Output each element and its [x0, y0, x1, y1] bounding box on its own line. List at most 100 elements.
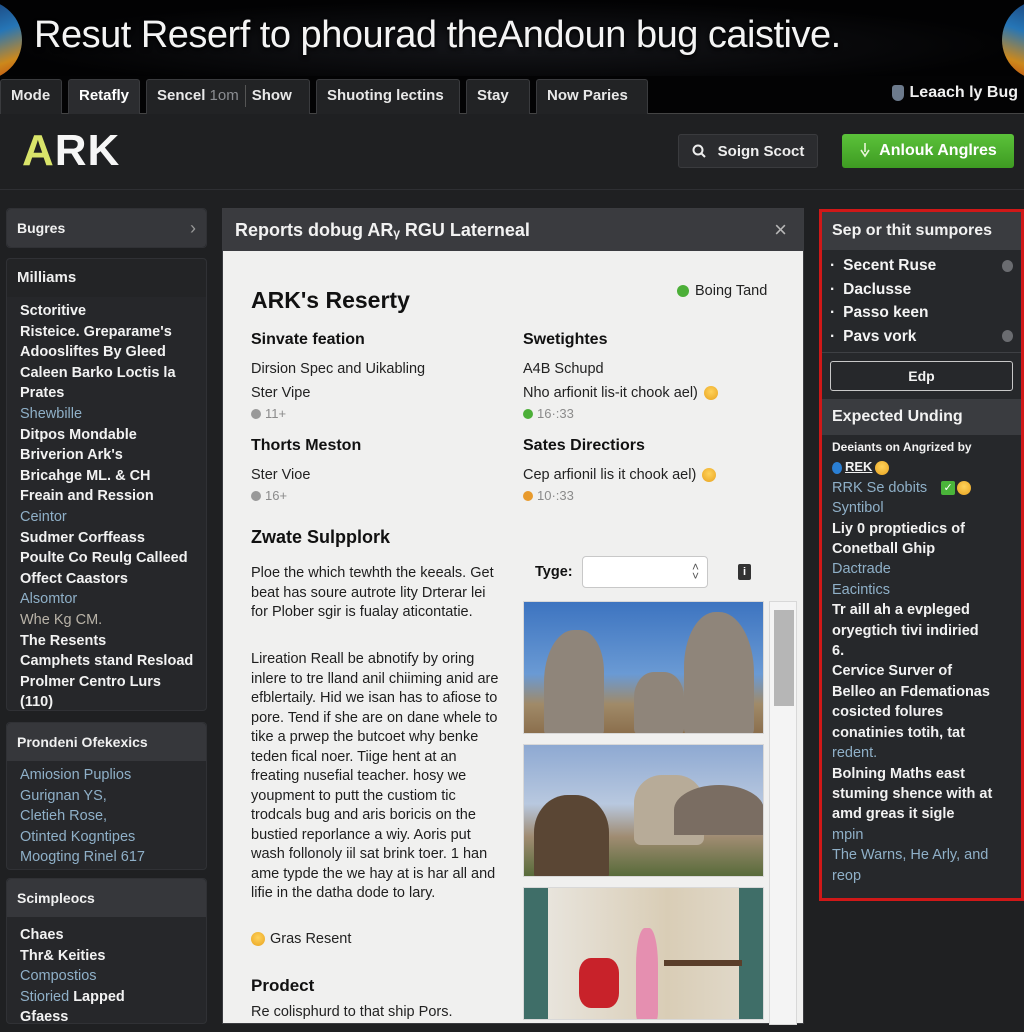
expected-line-text: Tr aill ah a evpleged	[832, 602, 970, 619]
expected-line-text: Conetball Ghip	[832, 541, 936, 558]
tab-retafly[interactable]: Retafly	[68, 79, 140, 114]
support-item[interactable]: Passo keen	[830, 301, 1013, 325]
sidebar-list: Amiosion Puplios Gurignan YS, Cletieh Rose…	[7, 761, 206, 872]
sidebar-item[interactable]: Whe Kg CM.	[20, 610, 193, 631]
action-button[interactable]: Anlouk Anglres	[842, 134, 1014, 168]
sidebar-item[interactable]: Poulte Co Reulg Calleed	[20, 548, 193, 569]
sidebar-item[interactable]: Amiosion Puplios	[20, 765, 193, 786]
type-select[interactable]: ˄ ˅	[582, 556, 708, 588]
statue-shape	[544, 630, 604, 733]
sidebar-section-scimpleocs: Scimpleocs Chaes Thr& Keities Compostios St…	[6, 878, 207, 1025]
expected-line-text: Eacintics	[832, 581, 891, 598]
expected-line-text: oryegtich tivi indiried	[832, 622, 979, 639]
expected-line-text: Belleo an Fdemationas	[832, 683, 990, 700]
tab-stay[interactable]: Stay	[466, 79, 530, 114]
sidebar-nav-header[interactable]: Bugres ›	[6, 208, 207, 248]
sidebar-item[interactable]: Cletieh Rose,	[20, 806, 193, 827]
sidebar-item[interactable]: Camphets stand Resload	[20, 651, 193, 672]
sidebar-item[interactable]: Prolmer Centro Lurs	[20, 672, 193, 693]
sidebar-item[interactable]: Shewbille	[20, 404, 193, 425]
emoji-icon	[251, 932, 265, 946]
expected-line[interactable]: RRK Se dobits ✓	[832, 478, 1011, 498]
emoji-icon	[703, 386, 718, 401]
support-item-label: Daclusse	[830, 278, 911, 302]
expected-line-text: conatinies totih, tat	[832, 724, 965, 741]
section-title: Zwate Sulpplork	[251, 527, 391, 547]
tab-shuoting-lectins[interactable]: Shuoting lectins	[316, 79, 460, 114]
image-scrollbar[interactable]	[769, 601, 797, 1025]
column-meta: 16+	[251, 487, 491, 505]
column-heading: Swetightes	[523, 331, 608, 348]
sidebar-item[interactable]: Adoosliftes By Gleed	[20, 342, 193, 363]
modal-title: Reports dobug ARᵧ RGU Laterneal	[235, 220, 530, 240]
column-line-text: Nho arfionit lis-it chook ael)	[523, 385, 698, 401]
status-dot-icon	[677, 285, 689, 297]
sidebar-item[interactable]: Chaes	[20, 925, 193, 946]
sidebar-item[interactable]: Offect Caastors	[20, 569, 193, 590]
tab-mode[interactable]: Mode	[0, 79, 62, 114]
sidebar-item[interactable]: Risteice. Greparame's	[20, 322, 193, 343]
support-item[interactable]: Pavs vork	[830, 325, 1013, 349]
sidebar-item[interactable]: Thr& Keities	[20, 946, 193, 967]
expected-line: amd greas it sigle	[832, 804, 1011, 824]
expected-line-text: Dactrade	[832, 561, 891, 578]
expected-line[interactable]: mpin	[832, 825, 1011, 845]
column-meta: 10·:33	[523, 487, 783, 505]
sidebar-item[interactable]: Caleen Barko Loctis la	[20, 363, 193, 384]
sidebar-item[interactable]: (110)	[20, 692, 193, 713]
table-shape	[664, 960, 742, 966]
sidebar-item[interactable]: Gurignan YS,	[20, 786, 193, 807]
image-man-dinosaur[interactable]	[523, 744, 764, 877]
status-label: Boing Tand	[695, 283, 768, 299]
sidebar-item[interactable]: The Resents	[20, 631, 193, 652]
sidebar-item[interactable]: Otinted Kogntipes	[20, 827, 193, 848]
expected-line[interactable]: Dactrade	[832, 559, 1011, 579]
product-text: Re colisphurd to that ship Pors.	[251, 1004, 453, 1020]
report-bug-link[interactable]: Leaach ly Bug	[891, 84, 1018, 102]
expected-line[interactable]: reop	[832, 866, 1011, 886]
expected-line[interactable]: Syntibol	[832, 498, 1011, 518]
reaction[interactable]: Gras Resent	[251, 931, 351, 947]
sidebar-item[interactable]: Alsomtor	[20, 589, 193, 610]
expected-line[interactable]: redent.	[832, 743, 1011, 763]
sidebar-item[interactable]: Moogting Rinel 617	[20, 847, 193, 868]
sidebar-item[interactable]: Stioried Lapped	[20, 987, 193, 1008]
sidebar-section-milliams: Milliams Sctoritive Risteice. Greparame's…	[6, 258, 207, 711]
sidebar-item[interactable]: Compostios	[20, 966, 193, 987]
expected-line-text: stuming shence with at	[832, 785, 993, 802]
close-icon[interactable]: ×	[774, 209, 787, 251]
sidebar-item[interactable]: Ceintor	[20, 507, 193, 528]
expected-line: conatinies totih, tat	[832, 723, 1011, 743]
sidebar-item[interactable]: Freain and Ression	[20, 486, 193, 507]
updown-arrows-icon: ˄ ˅	[691, 560, 699, 583]
column-heading: Sates Directiors	[523, 437, 645, 454]
sidebar-item[interactable]: Ditpos Mondable	[20, 425, 193, 446]
image-woman-room[interactable]	[523, 887, 764, 1020]
scrollbar-thumb[interactable]	[774, 610, 794, 706]
sidebar-item[interactable]: Sctoritive	[20, 301, 193, 322]
edit-button[interactable]: Edp	[830, 361, 1013, 391]
sidebar-item[interactable]: Bricahge ML. & CH	[20, 466, 193, 487]
sidebar-list: Chaes Thr& Keities Compostios Stioried Lapp…	[7, 917, 206, 1032]
tab-sencel-show[interactable]: Sencel 1om Show	[146, 79, 310, 114]
sidebar-item[interactable]: Prates	[20, 383, 193, 404]
tab-now-paries[interactable]: Now Paries	[536, 79, 648, 114]
person-shape	[636, 928, 658, 1019]
support-item[interactable]: Daclusse	[830, 278, 1013, 302]
sidebar-item[interactable]: Gfaess	[20, 1007, 193, 1028]
expected-line: Cervice Surver of	[832, 661, 1011, 681]
support-item[interactable]: Secent Ruse	[830, 254, 1013, 278]
expected-line-text: Syntibol	[832, 500, 884, 517]
expected-line[interactable]: Eacintics	[832, 580, 1011, 600]
expected-line: 6.	[832, 641, 1011, 661]
expected-line: cosicted folures	[832, 702, 1011, 722]
expected-line[interactable]: The Warns, He Arly, and	[832, 845, 1011, 865]
ark-logo[interactable]: ARK	[22, 126, 120, 176]
sidebar-item[interactable]: Briverion Ark's	[20, 445, 193, 466]
image-dinosaur-statues[interactable]	[523, 601, 764, 734]
sidebar-nav-label: Bugres	[17, 220, 66, 236]
info-icon[interactable]: i	[738, 564, 751, 580]
expected-line-text: The Warns, He Arly, and	[832, 847, 989, 864]
sidebar-item[interactable]: Sudmer Corffeass	[20, 528, 193, 549]
search-button[interactable]: Soign Scoct	[678, 134, 818, 168]
